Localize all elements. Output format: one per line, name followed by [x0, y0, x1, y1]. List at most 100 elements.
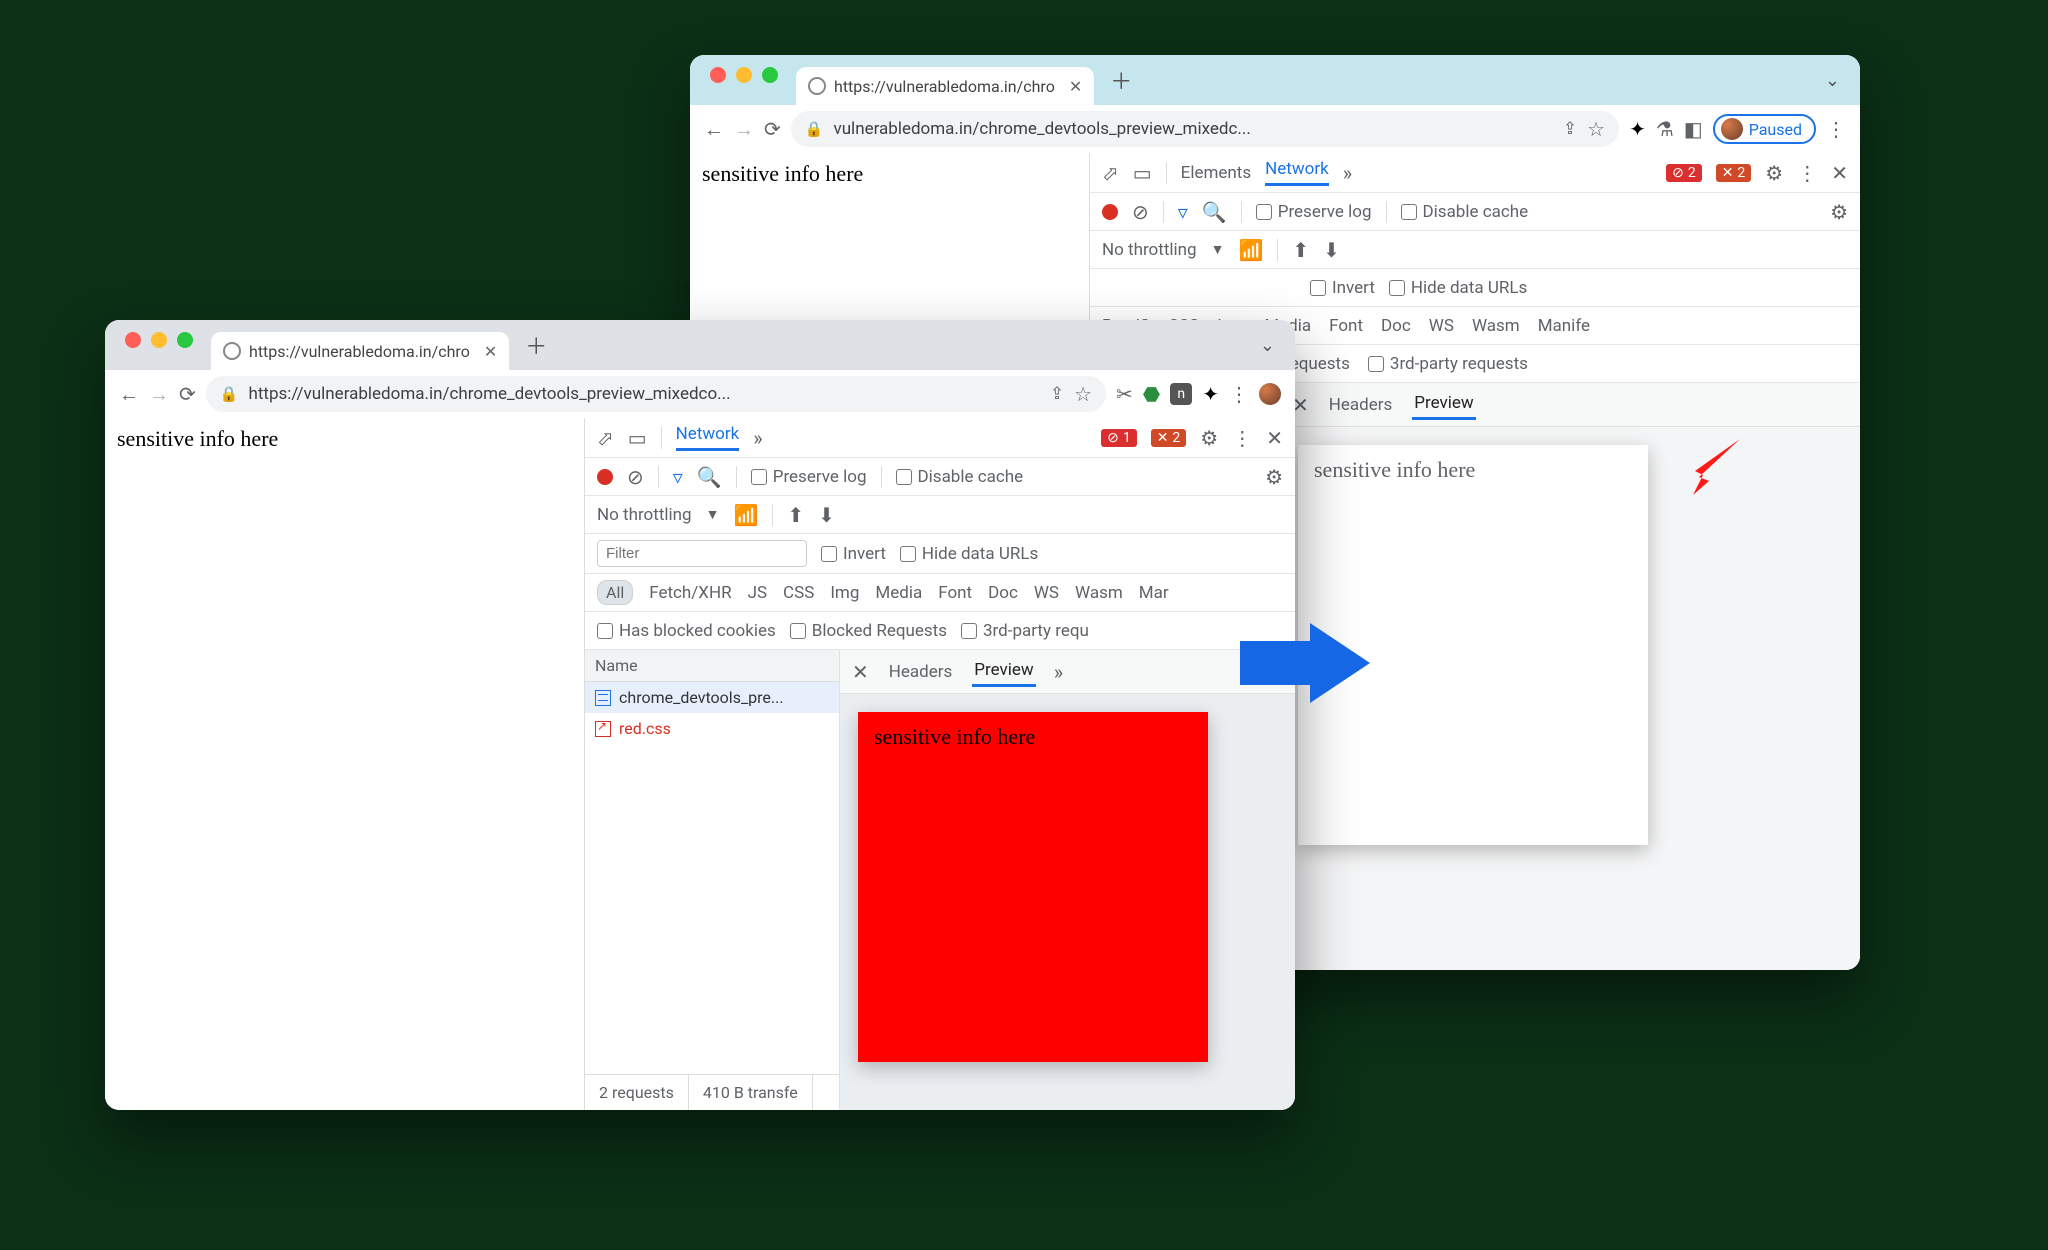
tab-network[interactable]: Network: [1265, 159, 1329, 186]
tab-elements[interactable]: Elements: [1181, 163, 1251, 183]
type-filter[interactable]: Font: [938, 583, 972, 603]
ext-icon-1[interactable]: ⬣: [1143, 382, 1160, 406]
name-column-header[interactable]: Name: [585, 650, 839, 682]
upload-icon[interactable]: ⬆: [1292, 238, 1309, 262]
warn-badge[interactable]: ✕ 2: [1716, 164, 1752, 182]
close-icon[interactable]: ✕: [484, 342, 497, 361]
wifi-icon[interactable]: 📶: [1238, 238, 1263, 262]
menu-icon[interactable]: ⋮: [1229, 382, 1249, 406]
disable-cache-checkbox[interactable]: Disable cache: [896, 467, 1024, 487]
gear-icon[interactable]: ⚙: [1830, 200, 1848, 224]
type-filter[interactable]: Wasm: [1075, 583, 1123, 603]
error-badge[interactable]: ⊘ 1: [1101, 429, 1137, 447]
tab-preview[interactable]: Preview: [1412, 389, 1475, 420]
tab-headers[interactable]: Headers: [1327, 391, 1395, 419]
third-party-checkbox[interactable]: 3rd-party requests: [1368, 354, 1528, 374]
type-filter[interactable]: Fetch/XHR: [649, 583, 731, 603]
extensions-icon[interactable]: ✦: [1629, 117, 1646, 141]
share-icon[interactable]: ⇪: [1050, 384, 1064, 404]
search-icon[interactable]: 🔍: [697, 465, 722, 489]
extensions-icon[interactable]: ✦: [1202, 382, 1219, 406]
star-icon[interactable]: ☆: [1074, 382, 1092, 406]
menu-icon[interactable]: ⋮: [1826, 117, 1846, 141]
close-icon[interactable]: ✕: [1069, 77, 1082, 96]
preserve-log-checkbox[interactable]: Preserve log: [751, 467, 867, 487]
close-preview-icon[interactable]: ✕: [852, 660, 869, 684]
traffic-zoom-icon[interactable]: [177, 332, 193, 348]
scissors-icon[interactable]: ✂: [1116, 382, 1133, 406]
upload-icon[interactable]: ⬆: [787, 503, 804, 527]
share-icon[interactable]: ⇪: [1563, 119, 1577, 139]
browser-tab[interactable]: https://vulnerabledoma.in/chro ✕: [211, 332, 509, 370]
type-filter[interactable]: Manife: [1538, 316, 1590, 336]
warn-badge[interactable]: ✕ 2: [1151, 429, 1187, 447]
close-devtools-icon[interactable]: ✕: [1266, 426, 1283, 450]
type-filter[interactable]: Doc: [988, 583, 1018, 603]
type-filter[interactable]: Doc: [1381, 316, 1411, 336]
traffic-zoom-icon[interactable]: [762, 67, 778, 83]
profile-paused[interactable]: Paused: [1713, 114, 1816, 144]
download-icon[interactable]: ⬇: [818, 503, 835, 527]
tab-headers[interactable]: Headers: [887, 658, 955, 686]
omnibox[interactable]: 🔒 vulnerabledoma.in/chrome_devtools_prev…: [791, 111, 1619, 147]
panel-icon[interactable]: ◧: [1684, 117, 1703, 141]
request-row[interactable]: chrome_devtools_pre...: [585, 682, 839, 713]
traffic-close-icon[interactable]: [125, 332, 141, 348]
traffic-minimize-icon[interactable]: [151, 332, 167, 348]
type-filter[interactable]: Wasm: [1472, 316, 1520, 336]
type-filter[interactable]: Font: [1329, 316, 1363, 336]
inspect-icon[interactable]: ⬀: [1102, 161, 1119, 185]
chevron-down-icon[interactable]: ▼: [706, 506, 720, 523]
blocked-requests-checkbox[interactable]: Blocked Requests: [790, 621, 947, 641]
third-party-checkbox[interactable]: 3rd-party requ: [961, 621, 1089, 641]
tab-dropdown-icon[interactable]: ⌄: [1817, 70, 1848, 91]
device-toggle-icon[interactable]: ▭: [1133, 161, 1152, 185]
back-icon[interactable]: ←: [704, 117, 724, 142]
type-filter-all[interactable]: All: [597, 580, 633, 605]
filter-toggle-icon[interactable]: ▿: [673, 465, 683, 489]
type-filter[interactable]: Media: [875, 583, 922, 603]
more-tabs-icon[interactable]: »: [753, 426, 762, 450]
new-tab-button[interactable]: ＋: [1102, 64, 1140, 96]
invert-checkbox[interactable]: Invert: [821, 544, 886, 564]
gear-icon[interactable]: ⚙: [1200, 426, 1218, 450]
flask-icon[interactable]: ⚗: [1656, 117, 1674, 141]
kebab-icon[interactable]: ⋮: [1797, 161, 1817, 185]
tab-network[interactable]: Network: [676, 424, 740, 451]
kebab-icon[interactable]: ⋮: [1232, 426, 1252, 450]
ext-icon-2[interactable]: n: [1170, 383, 1192, 405]
download-icon[interactable]: ⬇: [1323, 238, 1340, 262]
throttling-select[interactable]: No throttling: [597, 505, 692, 525]
close-devtools-icon[interactable]: ✕: [1831, 161, 1848, 185]
type-filter[interactable]: WS: [1429, 316, 1454, 336]
type-filter[interactable]: Img: [830, 583, 859, 603]
omnibox[interactable]: 🔒 https://vulnerabledoma.in/chrome_devto…: [206, 376, 1106, 412]
back-icon[interactable]: ←: [119, 382, 139, 407]
gear-icon[interactable]: ⚙: [1265, 465, 1283, 489]
request-row[interactable]: red.css: [585, 713, 839, 744]
reload-icon[interactable]: ⟳: [179, 382, 196, 406]
type-filter[interactable]: CSS: [783, 583, 814, 603]
gear-icon[interactable]: ⚙: [1765, 161, 1783, 185]
new-tab-button[interactable]: ＋: [517, 329, 555, 361]
clear-icon[interactable]: ⊘: [627, 465, 644, 489]
forward-icon[interactable]: →: [149, 382, 169, 407]
has-blocked-cookies-checkbox[interactable]: Has blocked cookies: [597, 621, 776, 641]
avatar-icon[interactable]: [1259, 383, 1281, 405]
chevron-down-icon[interactable]: ▼: [1211, 241, 1225, 258]
record-icon[interactable]: [597, 469, 613, 485]
record-icon[interactable]: [1102, 204, 1118, 220]
type-filter[interactable]: JS: [748, 583, 767, 603]
preserve-log-checkbox[interactable]: Preserve log: [1256, 202, 1372, 222]
hide-data-urls-checkbox[interactable]: Hide data URLs: [1389, 278, 1527, 298]
traffic-minimize-icon[interactable]: [736, 67, 752, 83]
disable-cache-checkbox[interactable]: Disable cache: [1401, 202, 1529, 222]
search-icon[interactable]: 🔍: [1202, 200, 1227, 224]
more-tabs-icon[interactable]: »: [1343, 161, 1352, 185]
invert-checkbox[interactable]: Invert: [1310, 278, 1375, 298]
reload-icon[interactable]: ⟳: [764, 117, 781, 141]
wifi-icon[interactable]: 📶: [733, 503, 758, 527]
device-toggle-icon[interactable]: ▭: [628, 426, 647, 450]
star-icon[interactable]: ☆: [1587, 117, 1605, 141]
clear-icon[interactable]: ⊘: [1132, 200, 1149, 224]
